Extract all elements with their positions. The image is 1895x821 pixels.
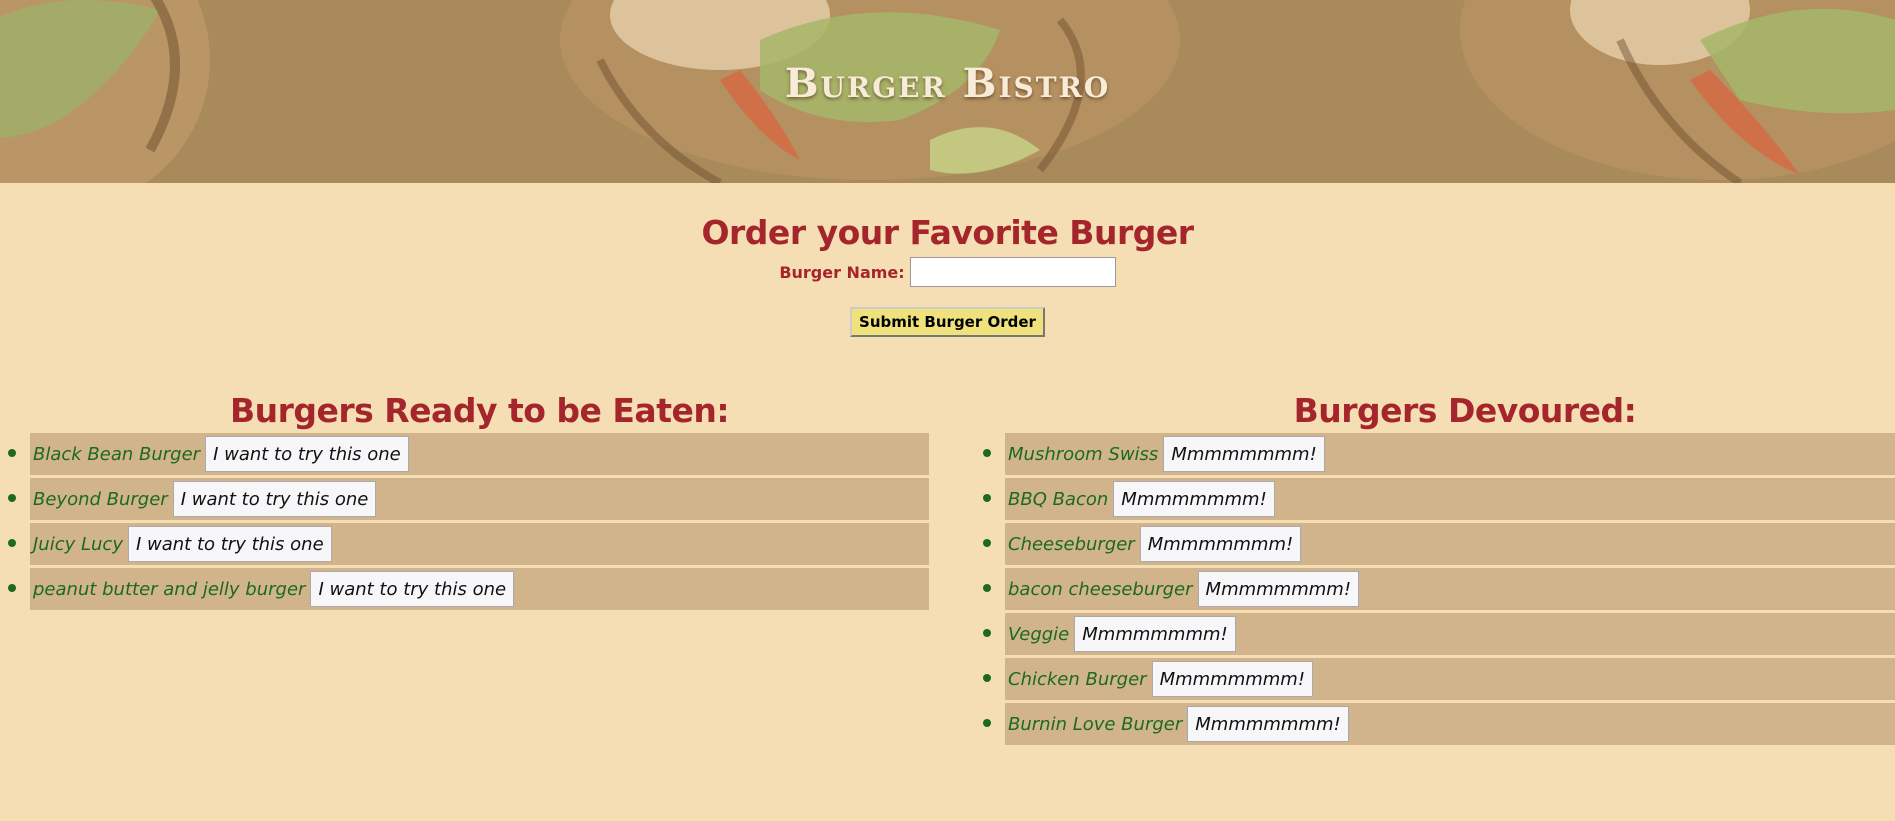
mmm-button[interactable]: Mmmmmmmm! <box>1187 706 1349 742</box>
ready-list: Black Bean Burger I want to try this one… <box>0 433 929 610</box>
list-item: Mushroom Swiss Mmmmmmmm! <box>983 433 1895 475</box>
list-item: BBQ Bacon Mmmmmmmm! <box>983 478 1895 520</box>
list-item: bacon cheeseburger Mmmmmmmm! <box>983 568 1895 610</box>
burger-name: peanut butter and jelly burger <box>33 578 306 600</box>
mmm-button[interactable]: Mmmmmmmm! <box>1074 616 1236 652</box>
hero-banner: Burger Bistro <box>0 0 1895 183</box>
devoured-list: Mushroom Swiss Mmmmmmmm! BBQ Bacon Mmmmm… <box>975 433 1895 745</box>
mmm-button[interactable]: Mmmmmmmm! <box>1139 526 1302 562</box>
burger-name-label: Burger Name: <box>779 262 905 282</box>
ready-heading: Burgers Ready to be Eaten: <box>229 391 730 430</box>
list-item: Black Bean Burger I want to try this one <box>8 433 929 475</box>
list-item: Cheeseburger Mmmmmmmm! <box>983 523 1895 565</box>
list-item: Burnin Love Burger Mmmmmmmm! <box>983 703 1895 745</box>
site-title: Burger Bistro <box>784 60 1111 107</box>
mmm-button[interactable]: Mmmmmmmm! <box>1163 436 1325 472</box>
burger-name: Burnin Love Burger <box>1008 713 1183 735</box>
burger-name: Mushroom Swiss <box>1008 443 1159 465</box>
submit-burger-order-button[interactable]: Submit Burger Order <box>850 307 1045 338</box>
burger-name-row: Burger Name: <box>0 257 1895 288</box>
burger-name: Veggie <box>1008 623 1070 645</box>
devour-button[interactable]: I want to try this one <box>172 481 377 517</box>
devour-button[interactable]: I want to try this one <box>310 571 515 607</box>
devour-button[interactable]: I want to try this one <box>127 526 332 562</box>
burger-name: bacon cheeseburger <box>1008 578 1193 600</box>
order-form: Order your Favorite Burger Burger Name: … <box>0 183 1895 338</box>
burger-name-input[interactable] <box>909 257 1116 288</box>
bullet-icon <box>983 584 991 592</box>
devoured-column: Burgers Devoured: Mushroom Swiss Mmmmmmm… <box>975 388 1895 748</box>
bullet-icon <box>8 494 16 502</box>
list-item: peanut butter and jelly burger I want to… <box>8 568 929 610</box>
mmm-button[interactable]: Mmmmmmmm! <box>1197 571 1360 607</box>
burger-columns: Burgers Ready to be Eaten: Black Bean Bu… <box>0 388 1895 788</box>
burger-name: Beyond Burger <box>33 488 168 510</box>
bullet-icon <box>983 674 991 682</box>
mmm-button[interactable]: Mmmmmmmm! <box>1113 481 1275 517</box>
order-heading: Order your Favorite Burger <box>701 213 1194 252</box>
bullet-icon <box>8 584 16 592</box>
bullet-icon <box>983 539 991 547</box>
mmm-button[interactable]: Mmmmmmmm! <box>1151 661 1314 697</box>
bullet-icon <box>8 449 16 457</box>
bullet-icon <box>983 449 991 457</box>
list-item: Juicy Lucy I want to try this one <box>8 523 929 565</box>
bullet-icon <box>983 629 991 637</box>
burger-name: Black Bean Burger <box>33 443 201 465</box>
list-item: Chicken Burger Mmmmmmmm! <box>983 658 1895 700</box>
devoured-heading: Burgers Devoured: <box>1293 391 1637 430</box>
list-item: Veggie Mmmmmmmm! <box>983 613 1895 655</box>
devour-button[interactable]: I want to try this one <box>205 436 409 472</box>
ready-column: Burgers Ready to be Eaten: Black Bean Bu… <box>0 388 929 613</box>
list-item: Beyond Burger I want to try this one <box>8 478 929 520</box>
bullet-icon <box>983 494 991 502</box>
bullet-icon <box>983 719 991 727</box>
burger-name: Cheeseburger <box>1008 533 1135 555</box>
burger-name: Juicy Lucy <box>33 533 123 555</box>
burger-name: BBQ Bacon <box>1008 488 1109 510</box>
bullet-icon <box>8 539 16 547</box>
burger-name: Chicken Burger <box>1008 668 1147 690</box>
